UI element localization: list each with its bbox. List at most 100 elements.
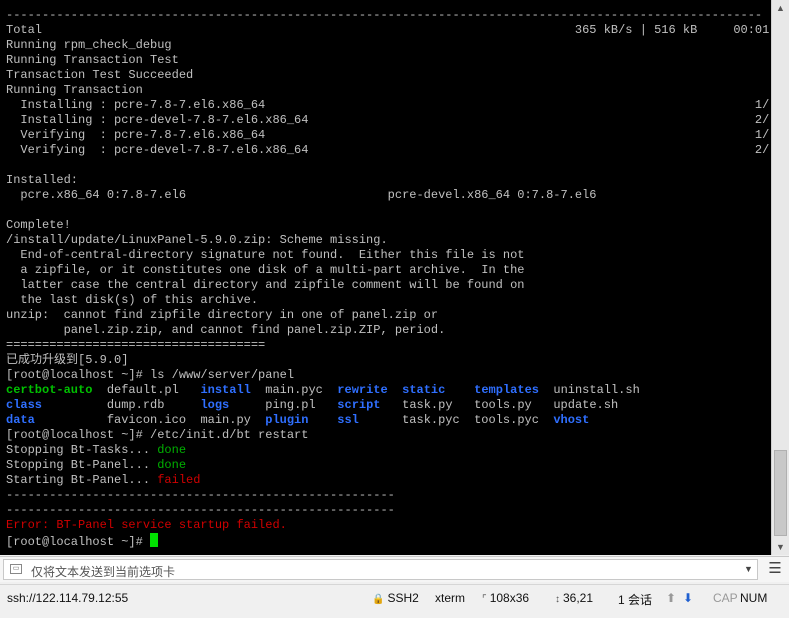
terminal-text: certbot-auto (6, 383, 93, 397)
terminal-text: [root@localhost ~]# /etc/init.d/bt resta… (6, 428, 309, 442)
terminal-line: Running Transaction Test (6, 53, 770, 68)
status-cursor: ↕ 36,21 (555, 591, 593, 605)
send-bar: ▭ 仅将文本发送到当前选项卡 ▼ ☰ (0, 556, 789, 582)
terminal-text: default.pl (92, 383, 201, 397)
terminal-text: panel.zip.zip, and cannot find panel.zip… (6, 323, 446, 337)
terminal-cursor (150, 533, 159, 547)
terminal-text: vhost (553, 413, 590, 427)
terminal-line: /install/update/LinuxPanel-5.9.0.zip: Sc… (6, 233, 770, 248)
resize-icon: ⌜ (482, 594, 487, 605)
terminal-output: ----------------------------------------… (6, 8, 770, 548)
lock-icon: 🔒 (372, 594, 385, 605)
terminal-line: [root@localhost ~]# (6, 533, 770, 548)
scroll-up-icon[interactable]: ▲ (772, 0, 789, 16)
terminal-line: Installing : pcre-7.8-7.el6.x86_64 1/2 (6, 98, 770, 113)
terminal-text: Running Transaction (6, 83, 143, 97)
terminal-text: latter case the central directory and zi… (6, 278, 525, 292)
terminal-text: task.pyc tools.pyc (358, 413, 554, 427)
status-term: xterm (435, 591, 465, 605)
chevron-down-icon[interactable]: ▼ (744, 564, 753, 574)
terminal-line: [root@localhost ~]# /etc/init.d/bt resta… (6, 428, 770, 443)
upload-icon[interactable]: ⬆ (666, 591, 676, 605)
terminal-text: Installing : pcre-devel-7.8-7.el6.x86_64… (6, 113, 770, 127)
terminal-text: install (200, 383, 251, 397)
terminal-text: Stopping Bt-Tasks... (6, 443, 158, 457)
status-size: ⌜ 108x36 (482, 591, 529, 605)
terminal-line: data favicon.ico main.py plugin ssl task… (6, 413, 770, 428)
status-protocol-label: SSH2 (387, 591, 419, 605)
download-icon[interactable]: ⬇ (683, 591, 693, 605)
terminal-text: Verifying : pcre-7.8-7.el6.x86_64 1/2 (6, 128, 770, 142)
status-bar: ssh://122.114.79.12:55 🔒 SSH2 xterm ⌜ 108x… (0, 584, 789, 612)
status-cap: CAP (713, 591, 738, 605)
menu-icon[interactable]: ☰ (767, 560, 783, 578)
terminal-line: Running rpm_check_debug (6, 38, 770, 53)
terminal-text: ----------------------------------------… (6, 8, 763, 22)
terminal-text: failed (157, 473, 201, 487)
send-text-input[interactable]: ▭ 仅将文本发送到当前选项卡 ▼ (3, 559, 758, 580)
terminal-text: uninstall.sh (538, 383, 640, 397)
terminal-line: class dump.rdb logs ping.pl script task.… (6, 398, 770, 413)
terminal-scrollbar[interactable]: ▲ ▼ (771, 0, 789, 555)
scroll-thumb[interactable] (774, 450, 787, 536)
terminal-text: the last disk(s) of this archive. (6, 293, 259, 307)
terminal-text: rewrite (337, 383, 388, 397)
terminal-text: ssl (337, 413, 359, 427)
send-icon: ▭ (10, 564, 22, 574)
terminal-text: Starting Bt-Panel... (6, 473, 158, 487)
scroll-down-icon[interactable]: ▼ (772, 539, 789, 555)
terminal-text: End-of-central-directory signature not f… (6, 248, 525, 262)
terminal-text: Transaction Test Succeeded (6, 68, 194, 82)
terminal-line: Error: BT-Panel service startup failed. (6, 518, 770, 533)
terminal-text: [root@localhost ~]# ls /www/server/panel (6, 368, 295, 382)
terminal-text: ----------------------------------------… (6, 488, 395, 502)
terminal-text: favicon.ico main.py (34, 413, 266, 427)
terminal-text: Installed: (6, 173, 79, 187)
terminal-line: the last disk(s) of this archive. (6, 293, 770, 308)
terminal-text: /install/update/LinuxPanel-5.9.0.zip: Sc… (6, 233, 388, 247)
terminal-line: Verifying : pcre-7.8-7.el6.x86_64 1/2 (6, 128, 770, 143)
terminal-line: Complete! (6, 218, 770, 233)
terminal-text: class (6, 398, 43, 412)
terminal-text: data (6, 413, 35, 427)
terminal-text: Installing : pcre-7.8-7.el6.x86_64 1/2 (6, 98, 770, 112)
send-placeholder: 仅将文本发送到当前选项卡 (31, 565, 176, 579)
terminal-text: ping.pl (229, 398, 338, 412)
terminal-line: 已成功升级到[5.9.0] (6, 353, 770, 368)
terminal-line: ==================================== (6, 338, 770, 353)
terminal-text: Stopping Bt-Panel... (6, 458, 158, 472)
terminal-screen[interactable]: ----------------------------------------… (0, 0, 771, 555)
terminal-text: script (337, 398, 381, 412)
terminal-line: unzip: cannot find zipfile directory in … (6, 308, 770, 323)
status-host: ssh://122.114.79.12:55 (7, 591, 129, 605)
terminal-text: unzip: cannot find zipfile directory in … (6, 308, 439, 322)
terminal-line: Transaction Test Succeeded (6, 68, 770, 83)
terminal-text: Complete! (6, 218, 71, 232)
terminal-text: main.pyc (250, 383, 338, 397)
terminal-line: End-of-central-directory signature not f… (6, 248, 770, 263)
terminal-text: task.py tools.py update.sh (380, 398, 619, 412)
terminal-text: 已成功升级到[5.9.0] (6, 353, 129, 367)
terminal-line: Installing : pcre-devel-7.8-7.el6.x86_64… (6, 113, 770, 128)
terminal-line: Stopping Bt-Panel... done (6, 458, 770, 473)
terminal-text: done (157, 443, 187, 457)
terminal-line: certbot-auto default.pl install main.pyc… (6, 383, 770, 398)
terminal-line: panel.zip.zip, and cannot find panel.zip… (6, 323, 770, 338)
status-size-label: 108x36 (489, 591, 530, 605)
terminal-line: [root@localhost ~]# ls /www/server/panel (6, 368, 770, 383)
terminal-text: Running Transaction Test (6, 53, 179, 67)
terminal-line: a zipfile, or it constitutes one disk of… (6, 263, 770, 278)
terminal-text: ==================================== (6, 338, 266, 352)
terminal-text: a zipfile, or it constitutes one disk of… (6, 263, 525, 277)
terminal-text: logs (200, 398, 230, 412)
terminal-text: pcre.x86_64 0:7.8-7.el6 pcre-devel.x86_6… (6, 188, 597, 202)
status-num: NUM (740, 591, 768, 605)
terminal-line: pcre.x86_64 0:7.8-7.el6 pcre-devel.x86_6… (6, 188, 770, 203)
terminal-line: Installed: (6, 173, 770, 188)
status-protocol: 🔒 SSH2 (372, 591, 419, 605)
status-cursor-label: 36,21 (563, 591, 594, 605)
terminal-text: plugin (265, 413, 309, 427)
